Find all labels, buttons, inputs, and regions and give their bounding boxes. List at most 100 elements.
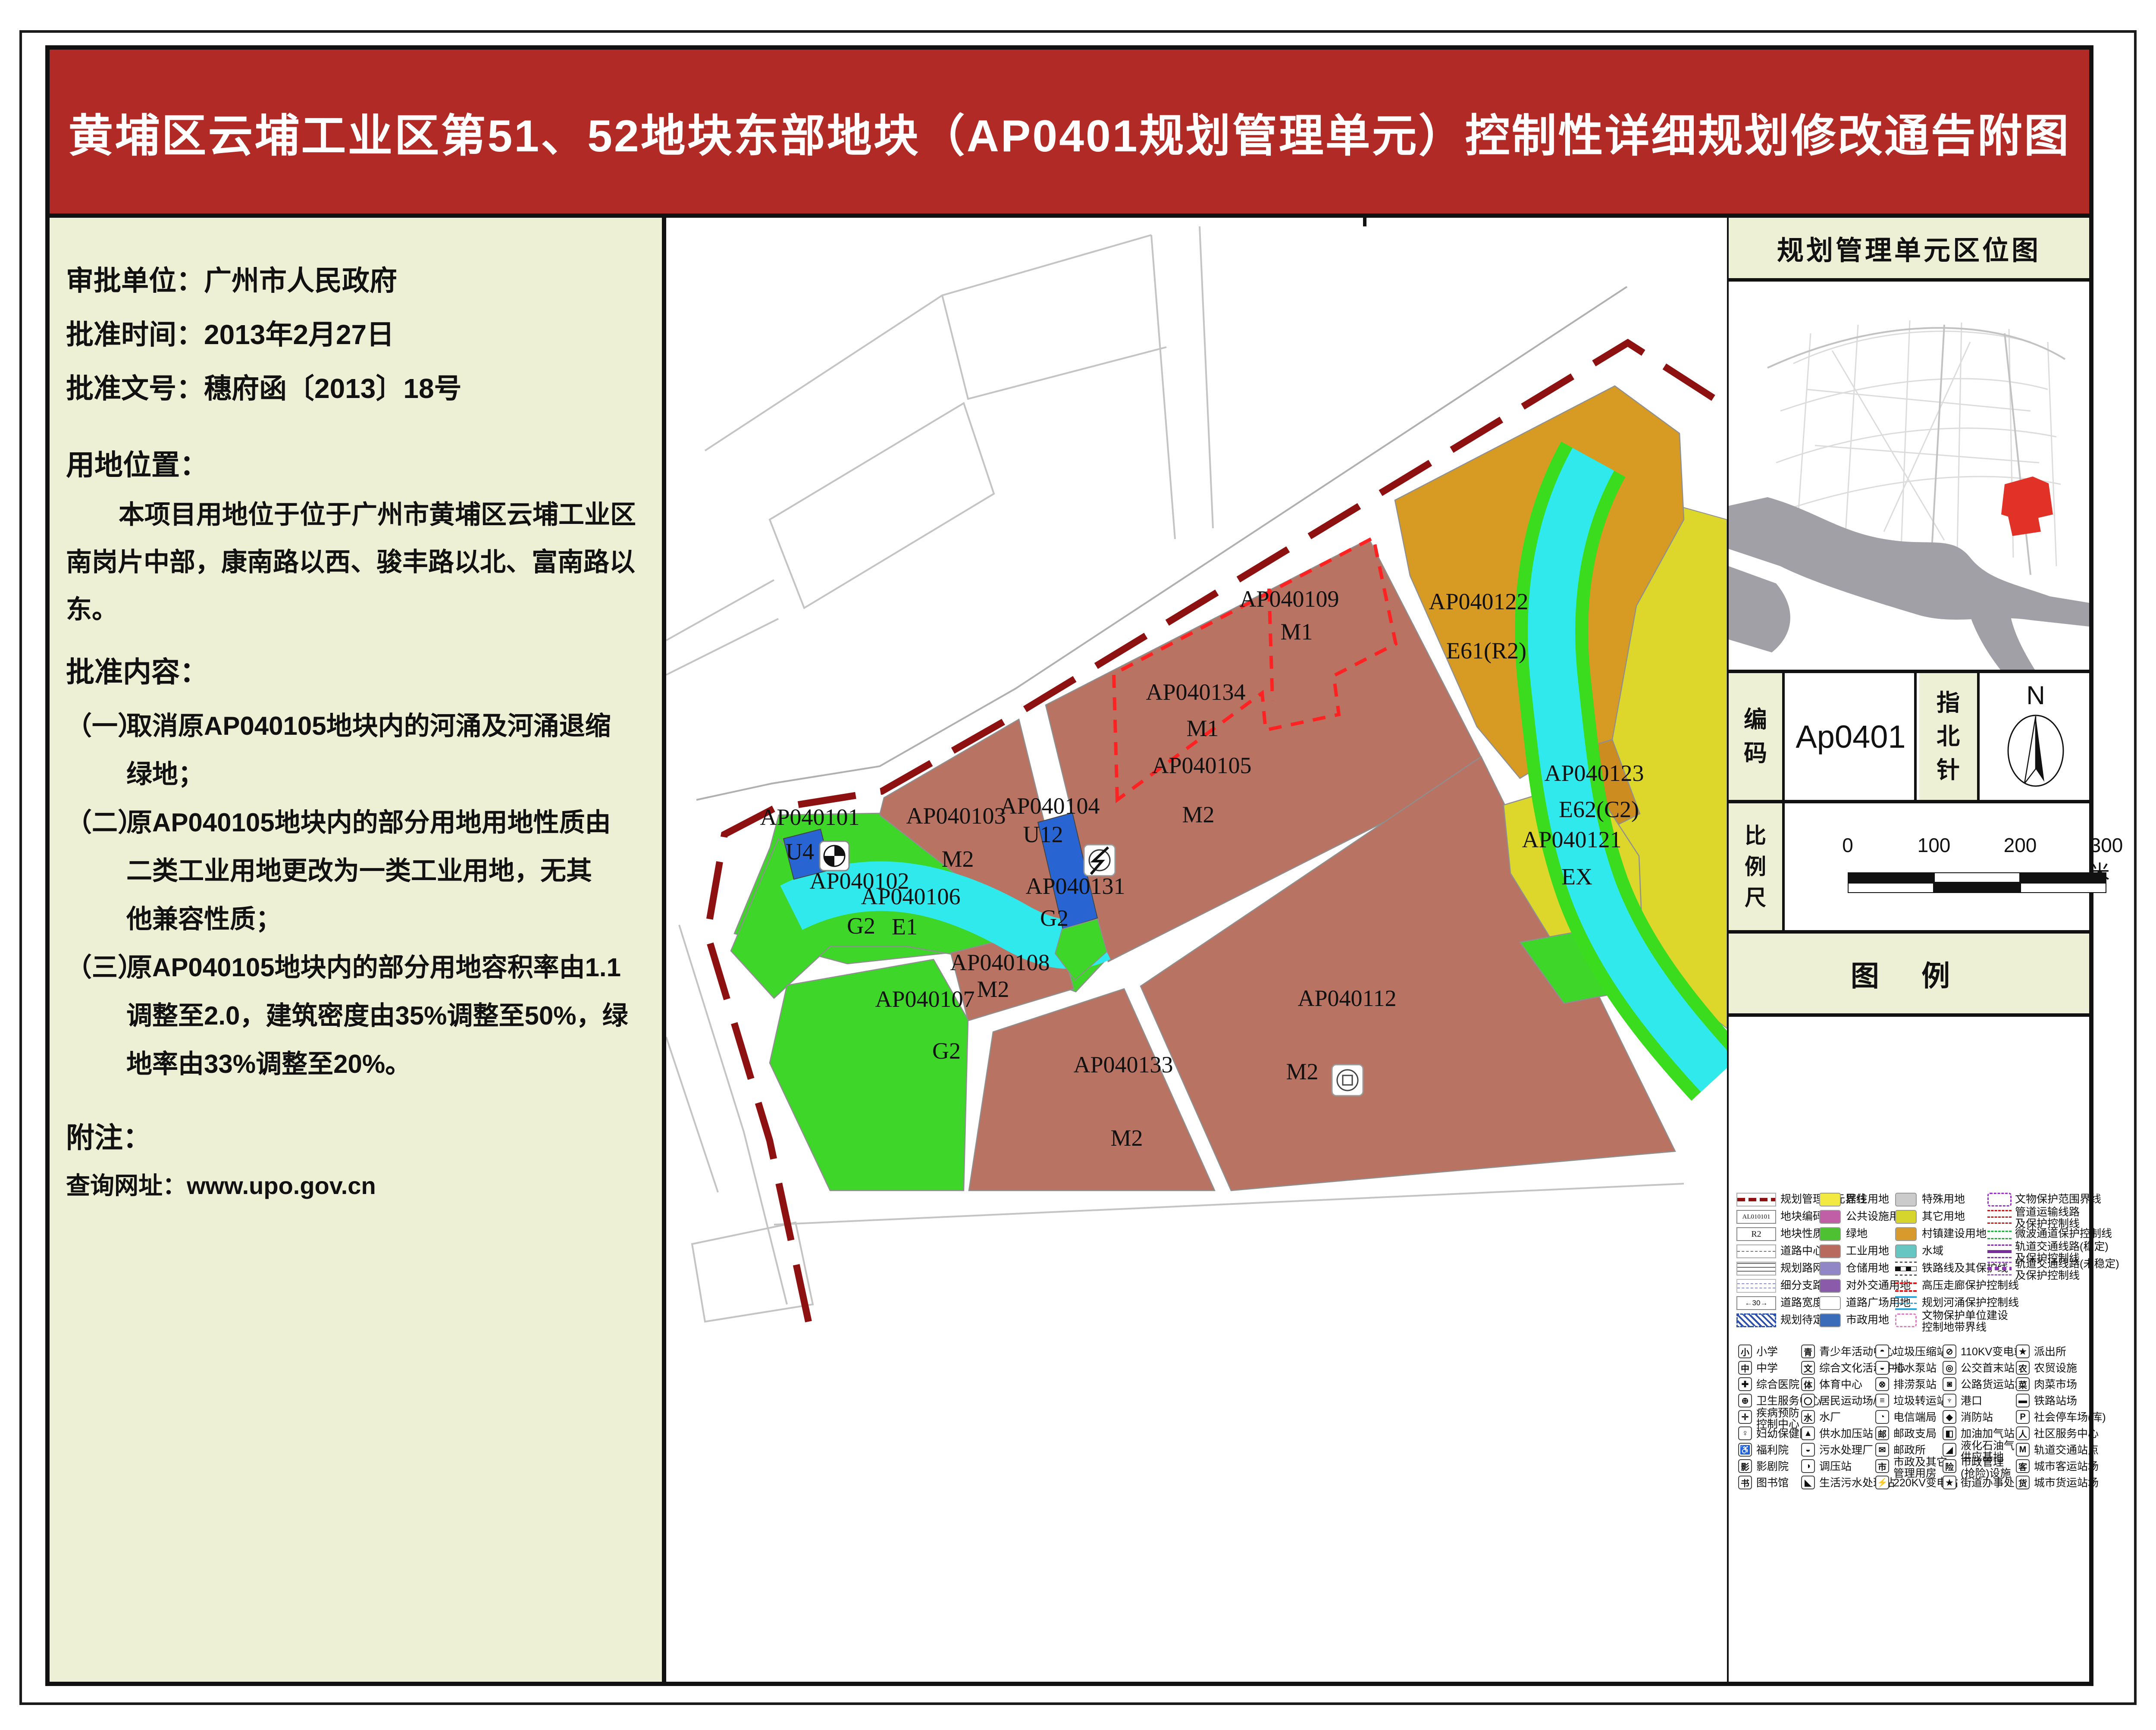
legend-icon-消防站: ◆: [1943, 1410, 1956, 1424]
legend-symbol-roadnet: [1736, 1262, 1776, 1276]
legend-icon-label: 小学: [1756, 1346, 1778, 1357]
legend-icon-label: 轨道交通站点: [2034, 1445, 2099, 1456]
legend-icon-label: 垃圾转运站: [1893, 1395, 1947, 1407]
parcel-label: M2: [1286, 1059, 1318, 1084]
parcel-label: E61(R2): [1446, 638, 1526, 664]
page: { "banner": {"title": "黄埔区云埔工业区第51、52地块东…: [0, 0, 2156, 1730]
parcel-label: G2: [932, 1038, 961, 1064]
legend-symbol-pipeline: [1987, 1210, 2012, 1224]
legend-icon-label: 消防站: [1961, 1412, 1993, 1423]
scale-tick: 100: [1918, 834, 1951, 857]
minimap-highlight-area: [2001, 476, 2053, 536]
approval-doc-value: 穗府函〔2013〕18号: [204, 373, 462, 404]
parcel-label: E1: [892, 914, 918, 940]
legend-icon-label: 城市货运站场: [2034, 1477, 2099, 1489]
scale-segment: [1848, 872, 1934, 883]
legend-label: 工业用地: [1846, 1245, 1889, 1257]
legend-label: 地块编码: [1780, 1211, 1824, 1222]
legend-icon-电信端局: ◔: [1875, 1410, 1889, 1424]
legend-icon-市政及其它: 市: [1875, 1459, 1889, 1473]
legend-icon-铁路站场: ▬: [2016, 1394, 2030, 1407]
location-map-title: 规划管理单元区位图: [1729, 218, 2089, 282]
parcel-label: AP040108: [950, 950, 1050, 975]
compass-label: 指 北 针: [1919, 673, 1980, 800]
legend-body: 规划管理单元界线AL010101地块编码R2地块性质道路中心线规划路网细分支路网…: [1729, 1017, 2089, 1682]
legend-icon-妇幼保健院: ♀: [1738, 1426, 1752, 1440]
legend-symbol-code-box: AL010101: [1736, 1210, 1776, 1224]
legend-icon-液化石油气: ◢: [1943, 1443, 1956, 1457]
legend-icon-label: 水厂: [1819, 1412, 1841, 1423]
scale-segment: [1934, 872, 2020, 883]
legend-symbol-pink-box: [1895, 1313, 1917, 1327]
legend-icon-肉菜市场: 菜: [2016, 1377, 2030, 1391]
note-heading: 附注：: [66, 1115, 151, 1156]
legend-icon-label: 社会停车场(库): [2034, 1412, 2106, 1423]
legend-label: 高压走廊保护控制线: [1922, 1280, 2019, 1291]
scale-segment: [1848, 883, 1934, 893]
legend-icon-街道办事处: ★: [1943, 1476, 1956, 1489]
legend-icon-220KV变电站: ⚡: [1875, 1476, 1889, 1489]
legend-symbol-swatch: [1819, 1244, 1841, 1258]
parcel-label: AP040131: [1025, 873, 1125, 899]
approval-unit-label: 审批单位：: [66, 265, 204, 296]
legend-icon-label: 影剧院: [1756, 1461, 1789, 1472]
legend-icon-label: 肉菜市场: [2034, 1379, 2077, 1390]
legend-symbol-river-ctrl: [1895, 1296, 1917, 1310]
approval-time-value: 2013年2月27日: [204, 319, 394, 350]
scale-segment: [2020, 872, 2106, 883]
location-minimap: [1729, 282, 2089, 673]
scale-tick: 200: [2004, 834, 2037, 857]
legend-icon-农贸设施: 农: [2016, 1361, 2030, 1375]
legend-label: 水域: [1922, 1245, 1943, 1257]
legend-icon-label: 110KV变电站: [1961, 1346, 2024, 1357]
legend-icon-label: 社区服务中心: [2034, 1428, 2099, 1439]
item-1-line: 取消原AP040105地块内的河涌及河涌退缩: [126, 705, 611, 743]
legend-symbol-swatch: [1895, 1193, 1917, 1207]
legend-icon-110KV变电站: ⊘: [1943, 1345, 1956, 1358]
parcel-label: M1: [1186, 715, 1219, 741]
legend-symbol-swatch: [1819, 1279, 1841, 1293]
scale-row: 比 例 尺 0100200300米: [1729, 803, 2089, 934]
scale-segment: [1934, 883, 2020, 893]
approval-doc-line: 批准文号：穗府函〔2013〕18号: [66, 367, 462, 406]
legend-label: 地块性质: [1780, 1228, 1824, 1240]
legend-symbol-hv: [1895, 1279, 1917, 1293]
unit-code-value: Ap0401: [1787, 673, 1917, 800]
north-letter: N: [2026, 681, 2045, 710]
parcel-label: M2: [977, 976, 1009, 1002]
legend-icon-体育中心: 体: [1801, 1377, 1815, 1391]
parcel-label: AP040134: [1146, 679, 1245, 705]
legend-icon-调压站: ◑: [1801, 1459, 1815, 1473]
legend-icon-label: 供水加压站: [1819, 1428, 1873, 1439]
legend-icon-label: 市政及其它 管理用房: [1893, 1457, 1947, 1479]
parcel-label: AP040105: [1152, 752, 1251, 778]
legend-icon-邮政支局: 邮: [1875, 1426, 1889, 1440]
location-line: 南岗片中部，康南路以西、骏丰路以北、富南路以: [66, 541, 635, 579]
north-compass-icon: N: [1982, 673, 2089, 800]
legend-symbol-swatch: [1819, 1227, 1841, 1241]
parcel-label: U12: [1023, 821, 1063, 847]
item-2-line: 他兼容性质；: [126, 898, 282, 936]
legend-icon-福利院: ♿: [1738, 1443, 1752, 1457]
item-3-line: 原AP040105地块内的部分用地容积率由1.1: [126, 946, 621, 984]
legend-icon-派出所: ★: [2016, 1345, 2030, 1358]
legend-icon-label: 中学: [1756, 1363, 1778, 1374]
legend-label: 特殊用地: [1922, 1194, 1965, 1205]
legend-icon-社会停车场(库): P: [2016, 1410, 2030, 1424]
legend-icon-排水泵站: ◒: [1875, 1361, 1889, 1375]
item-3-line: 地率由33%调整至20%。: [126, 1043, 411, 1081]
legend-label: 村镇建设用地: [1922, 1228, 1987, 1240]
legend-symbol-swatch: [1819, 1262, 1841, 1276]
legend-icon-生活污水处理站: ◣: [1801, 1476, 1815, 1489]
parcel-label: AP040104: [1000, 793, 1100, 819]
legend-label: 市政用地: [1846, 1314, 1889, 1326]
legend-symbol-unit-boundary: [1736, 1193, 1776, 1207]
legend-icon-label: 加油加气站: [1961, 1428, 2015, 1439]
parcel-label: AP040122: [1429, 589, 1528, 614]
legend-heading: 图 例: [1729, 934, 2089, 1017]
parcel-label: AP040107: [875, 986, 975, 1012]
legend-icon-label: 城市客运站场: [2034, 1461, 2099, 1472]
legend-label: 道路宽度: [1780, 1297, 1824, 1309]
legend-label: 其它用地: [1922, 1211, 1965, 1222]
legend-icon-疾病预防: ✛: [1738, 1410, 1752, 1424]
